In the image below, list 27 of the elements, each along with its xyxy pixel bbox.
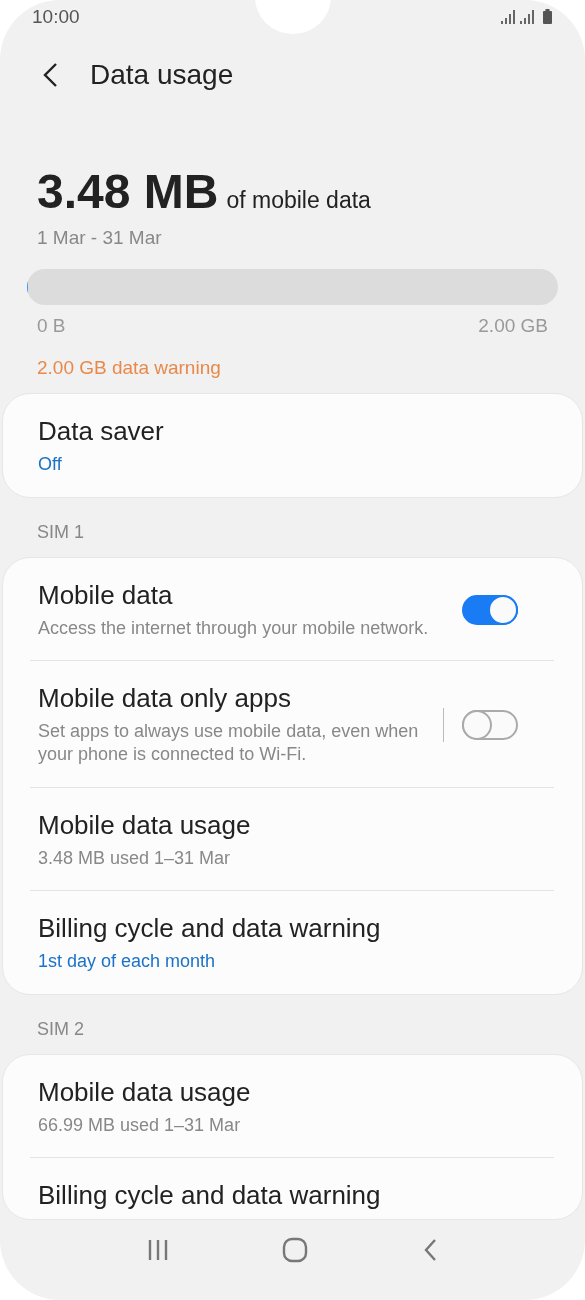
section-label: SIM 2 [36,1017,85,1040]
setting-summary: Set apps to always use mobile data, even when your phone is connected to Wi-Fi. [38,720,420,767]
page-title: Data usage [90,59,234,92]
setting-title[interactable]: Mobile data only apps [38,683,433,715]
setting-summary: Off [38,453,63,477]
setting-title[interactable]: Mobile data usage [38,1076,518,1108]
section-label: SIM 1 [36,520,85,543]
status-time: 10:00 [32,6,80,28]
setting-summary: 3.48 MB used 1–31 Mar [38,846,232,870]
usage-period: 1 Mar - 31 Mar [37,227,163,250]
setting-title[interactable]: Billing cycle and data warning [38,1180,518,1211]
warning-text: 2.00 GB data warning [37,357,222,380]
setting-summary: 66.99 MB used 1–31 Mar [38,1113,242,1137]
setting-title[interactable]: Data saver [38,416,518,448]
toggle-switch[interactable] [462,709,518,740]
scale-max: 2.00 GB [478,315,548,338]
home-icon[interactable] [282,1237,309,1263]
setting-title[interactable]: Mobile data [38,579,462,611]
usage-caption: of mobile data [226,187,371,215]
toggle-switch[interactable] [462,594,518,625]
status-icons [501,9,553,25]
scale-min: 0 B [37,315,66,338]
usage-amount: 3.48 MB [37,164,219,220]
setting-summary: Access the internet through your mobile network. [38,616,430,640]
setting-title[interactable]: Mobile data usage [38,809,518,841]
setting-summary: 1st day of each month [38,950,217,974]
setting-title[interactable]: Billing cycle and data warning [38,913,518,945]
